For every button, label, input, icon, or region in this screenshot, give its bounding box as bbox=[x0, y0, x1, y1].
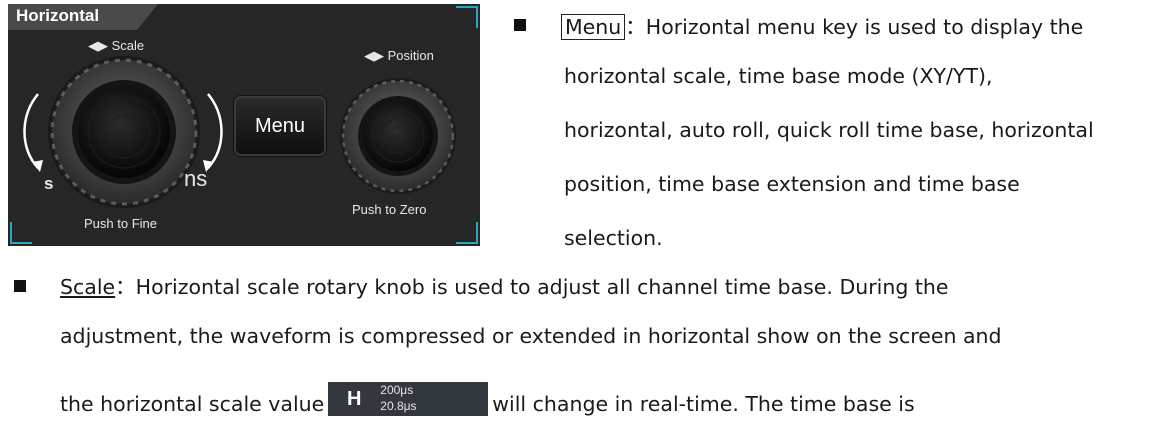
scale-description-line-3: the horizontal scale value H 200μs 20.8μs wi… bbox=[60, 382, 915, 416]
readout-value-bottom: 20.8μs bbox=[380, 399, 417, 413]
scale-left-arrow-icon bbox=[23, 93, 43, 172]
corner-marker-bottom-right bbox=[456, 222, 478, 244]
menu-key-reference: Menu bbox=[561, 14, 626, 40]
horizontal-control-panel: Horizontal ◀▶ Scale ◀▶ Position s ns Pus… bbox=[8, 4, 480, 246]
scale-description-line-2: adjustment, the waveform is compressed o… bbox=[60, 324, 1002, 348]
position-knob-label: ◀▶ Position bbox=[364, 48, 434, 63]
readout-letter: H bbox=[347, 387, 362, 410]
menu-description-line-5: selection. bbox=[564, 226, 663, 250]
position-knob[interactable] bbox=[336, 74, 460, 198]
menu-description-line-4: position, time base extension and time b… bbox=[564, 172, 1020, 196]
scale-bullet bbox=[14, 280, 26, 292]
horizontal-scale-readout: H 200μs 20.8μs bbox=[328, 382, 489, 416]
menu-button[interactable]: Menu bbox=[234, 96, 326, 156]
corner-marker-bottom-left bbox=[10, 222, 32, 244]
scale-knob[interactable] bbox=[44, 52, 204, 212]
push-to-zero-label: Push to Zero bbox=[352, 202, 427, 217]
menu-description-line-3: horizontal, auto roll, quick roll time b… bbox=[564, 118, 1094, 142]
push-to-fine-label: Push to Fine bbox=[84, 216, 157, 231]
scale-description-line-1: Scale：Horizontal scale rotary knob is us… bbox=[60, 275, 949, 299]
scale-key-reference: Scale bbox=[60, 275, 116, 299]
menu-description-line-1: Menu ：Horizontal menu key is used to disp… bbox=[561, 10, 1083, 40]
seconds-label: s bbox=[44, 174, 54, 193]
panel-title: Horizontal bbox=[16, 6, 100, 25]
nanoseconds-label: ns bbox=[184, 166, 208, 191]
readout-value-top: 200μs bbox=[380, 383, 414, 397]
menu-description-line-2: horizontal scale, time base mode (XY/YT)… bbox=[564, 64, 993, 88]
corner-marker-top-right bbox=[456, 6, 478, 28]
menu-bullet bbox=[514, 19, 526, 31]
